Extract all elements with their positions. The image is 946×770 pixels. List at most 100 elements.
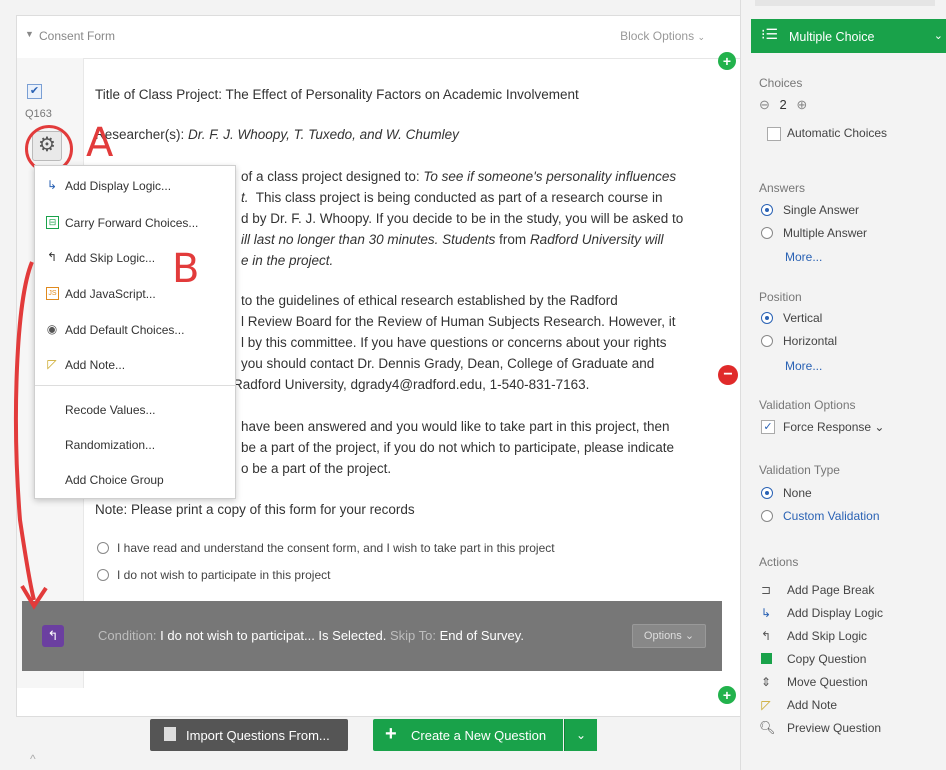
single-answer-label: Single Answer [783, 203, 860, 217]
block-header[interactable]: ▼ Consent Form Block Options ⌄ [17, 16, 741, 59]
horizontal-radio[interactable] [761, 335, 773, 347]
carry-forward-icon: ⊟ [46, 216, 59, 229]
menu-item-label: Add Display Logic... [65, 179, 172, 193]
paragraph-3-line-2: be a part of the project, if you do not … [241, 440, 675, 455]
menu-item-carry-forward[interactable]: ⊟ Carry Forward Choices... [35, 209, 235, 237]
action-label: Add Note [787, 698, 838, 712]
paragraph-1-line-2: t. This class project is being conducted… [241, 187, 663, 209]
paragraph-3-line-1: have been answered and you would like to… [241, 419, 670, 434]
paragraph-2-line-2: l Review Board for the Review of Human S… [241, 314, 676, 329]
actions-heading: Actions [759, 555, 799, 569]
radio-choice-2[interactable] [97, 569, 109, 581]
none-radio[interactable] [761, 487, 773, 499]
menu-divider [35, 385, 235, 386]
menu-item-label: Add Default Choices... [65, 323, 185, 337]
chevron-down-icon: ⌄ [874, 420, 885, 434]
skip-to-prefix: Skip To: [389, 628, 436, 643]
menu-item-randomization[interactable]: Randomization... [35, 431, 235, 459]
note-icon: ◸ [47, 357, 57, 371]
action-add-display-logic[interactable]: ↳ Add Display Logic [759, 606, 939, 624]
collapse-caret-icon[interactable]: ▼ [25, 29, 34, 39]
menu-item-label: Add Note... [65, 358, 126, 372]
skip-logic-condition[interactable]: ↰ Condition: I do not wish to participat… [22, 601, 722, 671]
plus-icon[interactable]: ⊕ [796, 97, 807, 112]
position-heading: Position [759, 290, 802, 304]
menu-item-label: Recode Values... [65, 403, 156, 417]
display-logic-icon: ↳ [760, 606, 772, 620]
remove-question-icon[interactable]: − [718, 365, 738, 385]
action-copy-question[interactable]: Copy Question [759, 652, 939, 670]
automatic-choices-label: Automatic Choices [787, 126, 888, 140]
panel-top-cut [755, 0, 935, 6]
question-title: Title of Class Project: The Effect of Pe… [95, 87, 579, 102]
vertical-radio[interactable] [761, 312, 773, 324]
menu-item-add-choice-group[interactable]: Add Choice Group [35, 466, 235, 494]
chevron-down-icon: ⌄ [697, 32, 705, 42]
action-add-page-break[interactable]: ⊐ Add Page Break [759, 583, 939, 601]
action-move-question[interactable]: ⇕ Move Question [759, 675, 939, 693]
skip-logic-icon[interactable]: ↰ [42, 625, 64, 647]
force-response-checkbox[interactable]: ✓ [761, 420, 775, 434]
chevron-down-icon[interactable]: ⌄ [564, 719, 597, 751]
paragraph-1-line-1: of a class project designed to: To see i… [241, 166, 676, 188]
question-select-checkbox[interactable]: ✔ [27, 84, 42, 99]
import-questions-button[interactable]: Import Questions From... [150, 719, 348, 751]
condition-options-button[interactable]: Options ⌄ [632, 624, 706, 648]
menu-item-add-default-choices[interactable]: ◉ Add Default Choices... [35, 316, 235, 344]
validation-options-heading: Validation Options [759, 398, 856, 412]
menu-item-recode-values[interactable]: Recode Values... [35, 396, 235, 424]
automatic-choices-checkbox[interactable] [767, 127, 781, 141]
action-preview-question[interactable]: 🔍︎ Preview Question [759, 720, 939, 739]
preview-icon: 🔍︎ [759, 720, 776, 735]
more-position-link[interactable]: More... [785, 359, 822, 373]
add-block-top-icon[interactable]: + [718, 52, 736, 70]
menu-item-label: Add JavaScript... [65, 287, 156, 301]
create-question-button[interactable]: + Create a New Question [373, 719, 563, 751]
skip-logic-icon: ↰ [760, 629, 772, 643]
multiple-answer-radio[interactable] [761, 227, 773, 239]
question-type-label: Multiple Choice [789, 30, 875, 44]
force-response-dropdown[interactable]: Force Response ⌄ [783, 420, 884, 434]
minus-icon[interactable]: ⊖ [759, 97, 770, 112]
custom-validation-link[interactable]: Custom Validation [783, 509, 880, 523]
vertical-label: Vertical [783, 311, 823, 325]
block-options-label: Block Options [620, 29, 695, 43]
paragraph-1-line-4: ill last no longer than 30 minutes. Stud… [241, 229, 663, 251]
menu-item-label: Add Choice Group [65, 473, 164, 487]
action-label: Preview Question [787, 721, 882, 735]
menu-item-add-note[interactable]: ◸ Add Note... [35, 351, 235, 379]
question-type-dropdown[interactable]: ⁝☰ Multiple Choice ⌄ [751, 19, 946, 53]
researchers-names: Dr. F. J. Whoopy, T. Tuxedo, and W. Chum… [188, 127, 459, 142]
menu-item-add-display-logic[interactable]: ↳ Add Display Logic... [35, 172, 235, 200]
add-question-bottom-icon[interactable]: + [718, 686, 736, 704]
copy-icon [761, 653, 772, 664]
choices-heading: Choices [759, 76, 803, 90]
menu-item-add-skip-logic[interactable]: ↰ Add Skip Logic... [35, 244, 235, 272]
horizontal-label: Horizontal [783, 334, 838, 348]
condition-text: Condition: I do not wish to participat..… [98, 628, 524, 643]
paragraph-2-line-5: Radford University, dgrady4@radford.edu,… [233, 377, 590, 392]
choice-1-label: I have read and understand the consent f… [117, 541, 555, 555]
skip-target: End of Survey. [439, 628, 524, 643]
radio-choice-1[interactable] [97, 542, 109, 554]
custom-validation-radio[interactable] [761, 510, 773, 522]
plus-icon: + [385, 723, 397, 745]
action-add-note[interactable]: ◸ Add Note [759, 698, 939, 716]
display-logic-icon: ↳ [46, 178, 58, 192]
menu-item-add-javascript[interactable]: JS Add JavaScript... [35, 280, 235, 308]
paragraph-1-line-3: d by Dr. F. J. Whoopy. If you decide to … [241, 211, 684, 226]
block-options-button[interactable]: Block Options ⌄ [620, 29, 705, 43]
paragraph-1-line-5: e in the project. [241, 250, 333, 272]
action-label: Copy Question [787, 652, 867, 666]
text-run: e in the project. [241, 253, 334, 268]
text-run: of a class project designed to: [241, 169, 420, 184]
single-answer-radio[interactable] [761, 204, 773, 216]
chevron-down-icon: ⌄ [933, 30, 943, 42]
move-icon: ⇕ [760, 675, 772, 689]
more-answers-link[interactable]: More... [785, 250, 822, 264]
choices-stepper[interactable]: ⊖ 2 ⊕ [759, 97, 807, 113]
text-run: This class project is being conducted as… [255, 190, 663, 205]
action-add-skip-logic[interactable]: ↰ Add Skip Logic [759, 629, 939, 647]
chevron-up-icon[interactable]: ^ [30, 752, 36, 766]
document-icon [164, 727, 176, 741]
